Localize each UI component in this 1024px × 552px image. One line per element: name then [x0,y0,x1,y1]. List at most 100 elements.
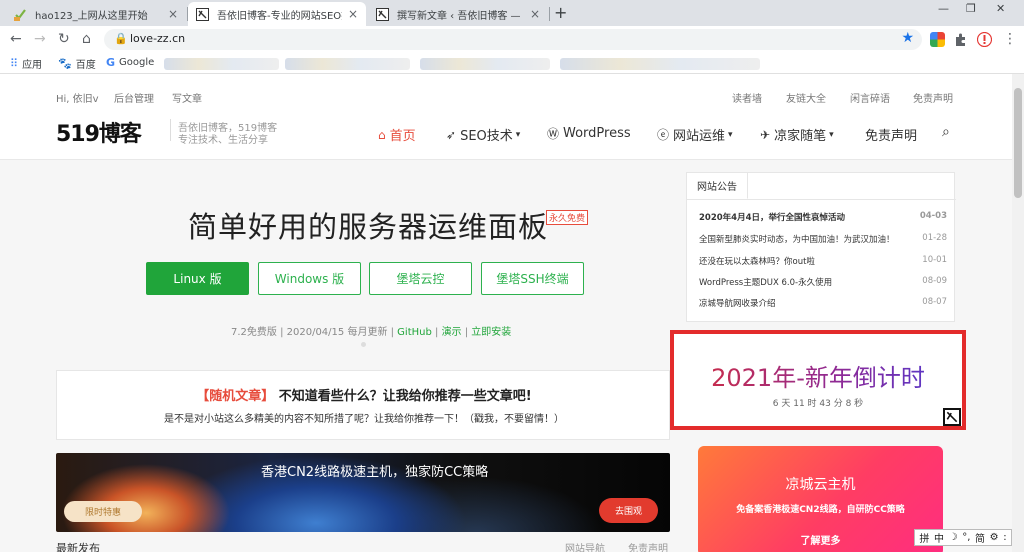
lock-icon[interactable]: 🔒 [114,32,128,45]
scrollbar-thumb[interactable] [1014,88,1022,198]
promo-more-link[interactable]: 了解更多 [698,532,943,547]
ime-pinyin-icon[interactable]: 拼 [919,530,929,545]
cloud-host-promo[interactable]: 凉城云主机 免备案香港极速CN2线路，自研防CC策略 了解更多 [698,446,943,552]
close-tab-icon[interactable]: × [168,7,178,21]
toplink-write[interactable]: 写文章 [172,90,202,105]
notice-tab[interactable]: 网站公告 [687,173,748,199]
nav-disclaimer[interactable]: 免责声明 [865,125,917,144]
random-article-box[interactable]: 【随机文章】 不知道看些什么？让我给你推荐一些文章吧! 是不是对小站这么多精美的… [56,370,670,440]
reload-button[interactable]: ↻ [58,31,70,47]
close-tab-icon[interactable]: × [348,7,358,21]
latest-heading: 最新发布 [56,542,100,552]
notice-item[interactable]: 2020年4月4日，举行全国性哀悼活动 04-03 [699,211,947,223]
bookmark-apps[interactable]: ⠿ 应用 [10,56,42,71]
notice-item[interactable]: 全国新型肺炎实时动态，为中国加油！为武汉加油！ 01-28 [699,233,947,245]
blurred-bookmarks [285,58,410,70]
toplink-user[interactable]: Hi, 依旧v [56,90,99,105]
github-link[interactable]: GitHub [397,327,432,338]
meta-separator: | [431,327,442,338]
chrome-menu-icon[interactable]: ⋮ [1003,31,1017,47]
toplink-disclaimer[interactable]: 免责声明 [913,90,953,105]
ime-more-icon[interactable]: : [1003,532,1006,543]
notice-date: 04-03 [919,211,947,221]
new-tab-button[interactable]: + [554,3,567,22]
search-icon[interactable]: ⌕ [942,124,950,140]
meta-separator: | [461,327,472,338]
ime-lang-toggle[interactable]: 中 [934,530,944,545]
paper-plane-icon: ✈ [760,127,771,142]
nav-home[interactable]: ⌂ 首页 [378,125,416,145]
nav-ops[interactable]: ⓔ 网站运维 ▾ [657,125,733,144]
home-button[interactable]: ⌂ [82,31,91,47]
ime-moon-icon[interactable]: ☽ [949,532,958,543]
apps-grid-icon: ⠿ [10,57,19,70]
notice-widget: 网站公告 2020年4月4日，举行全国性哀悼活动 04-03 全国新型肺炎实时动… [686,172,956,322]
nav-label: 免责声明 [865,129,918,144]
ime-punctuation-toggle[interactable]: °, [962,532,970,543]
demo-link[interactable]: 演示 [442,327,462,338]
profile-avatar-icon[interactable] [977,32,992,47]
hero-title: 简单好用的服务器运维面板 [188,210,549,244]
bt-cloud-button[interactable]: 堡塔云控 [369,262,472,295]
close-tab-icon[interactable]: × [530,7,540,21]
restore-button[interactable]: ❐ [966,2,976,15]
site-logo[interactable]: 519博客 [56,116,142,148]
toplink-notes[interactable]: 闲言碎语 [850,90,890,105]
bookmark-google[interactable]: G Google [106,56,154,69]
page-scrollbar[interactable] [1012,74,1024,552]
install-link[interactable]: 立即安装 [471,327,511,338]
tab-title: 撰写新文章 ‹ 吾依旧博客 — Wo [397,10,524,22]
linux-button[interactable]: Linux 版 [146,262,249,295]
nav-essays[interactable]: ✈ 凉家随笔 ▾ [760,125,834,145]
site-favicon-icon [376,7,389,21]
banner-text: 香港CN2线路极速主机，独家防CC策略 [261,465,489,480]
nav-wordpress[interactable]: Ⓦ WordPress [547,125,631,142]
windows-button[interactable]: Windows 版 [258,262,361,295]
random-tag: 【随机文章】 [196,389,275,404]
bookmarks-bar: ⠿ 应用 🐾 百度 G Google [0,53,1024,74]
blurred-bookmarks [164,58,279,70]
tab-divider [549,7,550,21]
tab-write-post[interactable]: 撰写新文章 ‹ 吾依旧博客 — Wo × [368,2,548,26]
toolbar: ← → ↻ ⌂ 🔒 love-zz.cn ★ ⋮ [0,26,1024,53]
toplink-readers[interactable]: 读者墙 [732,90,762,105]
close-window-button[interactable]: ✕ [996,2,1005,15]
notice-divider [687,199,956,200]
google-g-icon: G [106,56,116,69]
ime-toolbar[interactable]: 拼 中 ☽ °, 简 ⚙ : [914,529,1012,546]
promo-banner[interactable]: 香港CN2线路极速主机，独家防CC策略 限时特惠 去围观 [56,453,670,532]
bt-ssh-button[interactable]: 堡塔SSH终端 [481,262,584,295]
hero-meta-text: 7.2免费版 | 2020/04/15 每月更新 | [231,327,398,338]
ime-gear-icon[interactable]: ⚙ [990,532,999,543]
tab-love-zz[interactable]: 吾依旧博客-专业的网站SEO技术 × [188,2,366,26]
extension-colorful-icon[interactable] [930,32,945,47]
latest-link-nav[interactable]: 网站导航 [565,540,605,552]
minimize-button[interactable]: — [938,2,949,15]
forward-button[interactable]: → [34,31,46,47]
nav-label: 网站运维 [673,129,726,144]
latest-link-disclaimer[interactable]: 免责声明 [628,540,668,552]
banner-button[interactable]: 去围观 [599,498,658,523]
notice-item[interactable]: 凉城导航网收录介绍 08-07 [699,297,947,309]
random-title: 【随机文章】 不知道看些什么？让我给你推荐一些文章吧! [57,385,671,404]
carousel-dot[interactable] [361,342,366,347]
bookmark-baidu[interactable]: 🐾 百度 [58,56,96,71]
nav-seo[interactable]: ➶ SEO技术 ▾ [446,125,520,145]
page-viewport: Hi, 依旧v 后台管理 写文章 读者墙 友链大全 闲言碎语 免责声明 519博… [0,74,1012,552]
back-button[interactable]: ← [10,31,22,47]
toplink-admin[interactable]: 后台管理 [114,90,154,105]
notice-date: 10-01 [922,255,947,265]
chevron-down-icon: ▾ [728,129,733,140]
toplink-links[interactable]: 友链大全 [786,90,826,105]
bookmark-star-icon[interactable]: ★ [901,30,914,46]
hero-panel: 简单好用的服务器运维面板 永久免费 [56,160,670,346]
notice-item[interactable]: 还没在玩以太森林吗？你out啦 10-01 [699,255,947,267]
ime-simplified-toggle[interactable]: 简 [975,530,985,545]
extensions-puzzle-icon[interactable] [953,32,968,47]
address-bar[interactable]: 🔒 love-zz.cn ★ [104,29,922,50]
bookmark-label: 应用 [22,60,43,71]
url-text[interactable]: love-zz.cn [130,32,185,45]
bookmark-label: 百度 [75,60,96,71]
tab-hao123[interactable]: hao123_上网从这里开始 × [6,2,186,26]
notice-item[interactable]: WordPress主题DUX 6.0-永久使用 08-09 [699,276,947,288]
